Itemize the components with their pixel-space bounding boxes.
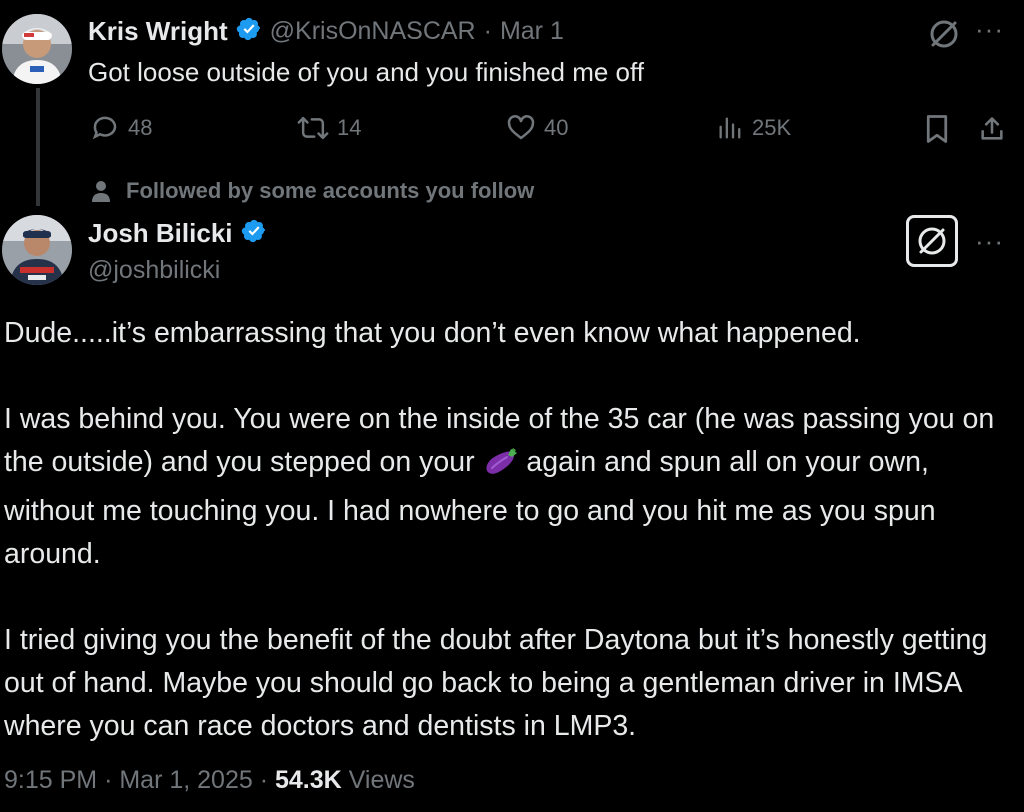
like-count: 40 xyxy=(544,115,569,140)
reply-icon xyxy=(92,116,117,140)
share-icon xyxy=(981,117,1003,140)
bookmark-button[interactable] xyxy=(922,113,952,145)
thread-line xyxy=(36,88,40,206)
repost-count: 14 xyxy=(337,115,362,140)
eggplant-emoji-icon xyxy=(483,445,519,490)
avatar-kris-wright[interactable] xyxy=(2,14,72,84)
avatar-image xyxy=(2,14,72,84)
verified-badge-icon xyxy=(236,16,262,47)
grok-button[interactable] xyxy=(906,215,958,267)
grok-icon[interactable] xyxy=(928,18,960,50)
repost-icon xyxy=(297,116,329,140)
views-count: 25K xyxy=(752,115,792,140)
views-button[interactable]: 25K xyxy=(716,113,791,143)
tweet-meta: 9:15 PM · Mar 1, 2025 · 54.3K Views xyxy=(4,766,415,795)
avatar-image xyxy=(2,215,72,285)
tweet-paragraph-3: I tried giving you the benefit of the do… xyxy=(4,624,988,742)
author-name[interactable]: Josh Bilicki xyxy=(88,218,233,249)
tweet-text: Got loose outside of you and you finishe… xyxy=(88,57,644,87)
more-options-button[interactable]: ··· xyxy=(975,14,1004,45)
analytics-icon xyxy=(719,117,741,139)
heart-icon xyxy=(507,115,535,140)
like-button[interactable]: 40 xyxy=(506,113,568,143)
tweet-body: Dude.....it’s embarrassing that you don’… xyxy=(4,312,1014,748)
separator-dot: · xyxy=(104,766,113,794)
tweet-date[interactable]: Mar 1 xyxy=(500,17,564,46)
tweet-paragraph-1: Dude.....it’s embarrassing that you don’… xyxy=(4,317,861,349)
author-handle[interactable]: @KrisOnNASCAR xyxy=(270,17,476,46)
reply-count: 48 xyxy=(128,115,153,140)
author-handle[interactable]: @joshbilicki xyxy=(88,256,220,285)
tweet-paragraph-2: I was behind you. You were on the inside… xyxy=(4,398,1014,576)
social-context-text: Followed by some accounts you follow xyxy=(126,178,535,203)
tweet-time[interactable]: 9:15 PM xyxy=(4,766,97,794)
avatar-josh-bilicki[interactable] xyxy=(2,215,72,285)
reply-button[interactable]: 48 xyxy=(90,113,152,143)
person-icon xyxy=(92,181,110,202)
main-author-row: Josh Bilicki xyxy=(88,218,267,249)
more-options-button[interactable]: ··· xyxy=(975,226,1004,257)
tweet-date[interactable]: Mar 1, 2025 xyxy=(119,766,252,794)
share-button[interactable] xyxy=(976,113,1008,145)
bookmark-icon xyxy=(926,115,948,143)
separator-dot: · xyxy=(483,17,492,45)
repost-button[interactable]: 14 xyxy=(297,113,361,143)
verified-badge-icon xyxy=(241,218,267,249)
views-count: 54.3K xyxy=(275,766,342,794)
social-context: Followed by some accounts you follow xyxy=(90,178,534,204)
grok-icon xyxy=(918,227,946,255)
views-label: Views xyxy=(348,766,415,794)
separator-dot: · xyxy=(259,766,269,794)
reply-to-header: Kris Wright @KrisOnNASCAR · Mar 1 xyxy=(88,16,564,47)
author-name[interactable]: Kris Wright xyxy=(88,16,228,47)
